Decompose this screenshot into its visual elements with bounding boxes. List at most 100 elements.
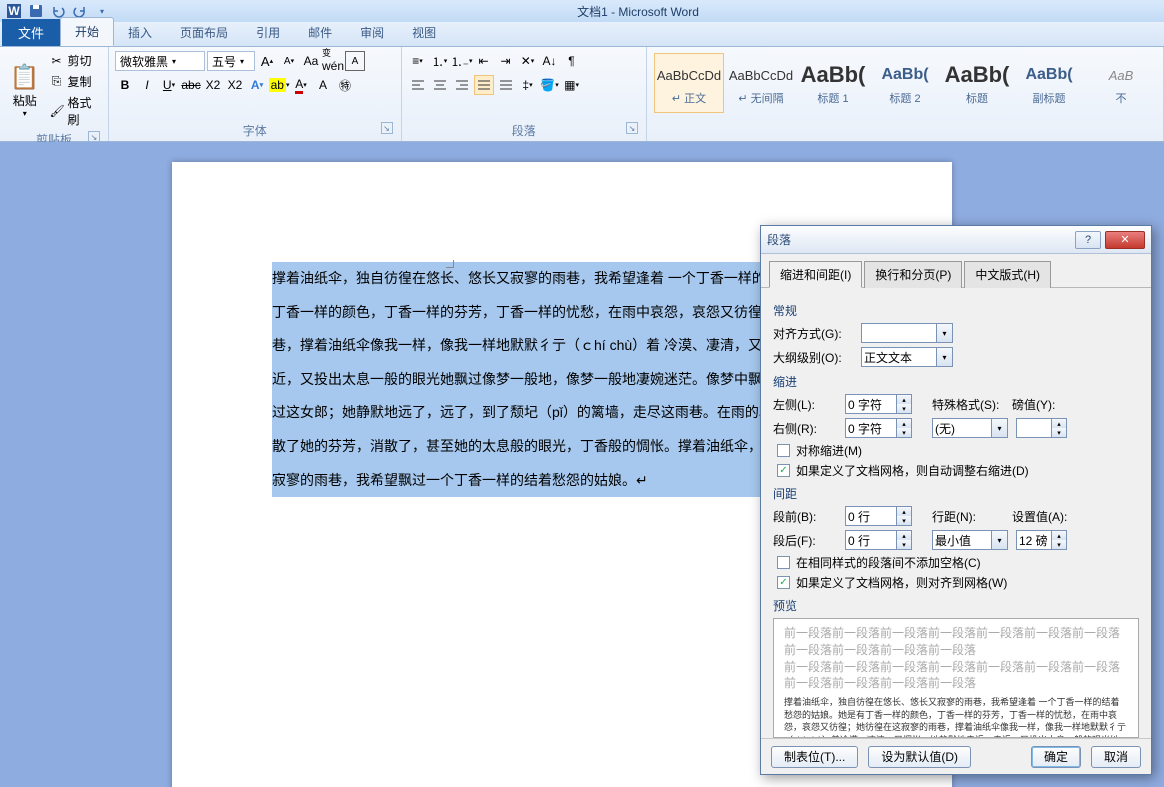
tab-mailings[interactable]: 邮件 (294, 19, 346, 46)
format-painter-button[interactable]: 🖌格式刷 (48, 93, 102, 129)
checkbox-icon[interactable] (777, 444, 790, 457)
subscript-button[interactable]: X2 (203, 75, 223, 95)
sort-button[interactable]: A↓ (540, 51, 560, 71)
save-icon[interactable] (26, 2, 46, 20)
char-border-button[interactable]: A (345, 51, 365, 71)
italic-button[interactable]: I (137, 75, 157, 95)
font-color-button[interactable]: A▾ (291, 75, 311, 95)
up-arrow-icon[interactable]: ▴ (1052, 419, 1066, 428)
align-left-button[interactable] (408, 75, 428, 95)
phonetic-guide-button[interactable]: 变wén (323, 51, 343, 71)
by-spin[interactable]: ▴▾ (1016, 418, 1067, 438)
down-arrow-icon[interactable]: ▾ (897, 428, 911, 437)
tab-indent-spacing[interactable]: 缩进和间距(I) (769, 261, 862, 288)
align-justify-button[interactable] (474, 75, 494, 95)
paragraph-launcher-icon[interactable]: ↘ (626, 122, 638, 134)
cancel-button[interactable]: 取消 (1091, 746, 1141, 768)
after-spin[interactable]: ▴▾ (845, 530, 912, 550)
tab-insert[interactable]: 插入 (114, 19, 166, 46)
bullets-button[interactable]: ≡▾ (408, 51, 428, 71)
paste-button[interactable]: 📋 粘贴 ▾ (6, 51, 44, 129)
char-shading-button[interactable]: A (313, 75, 333, 95)
up-arrow-icon[interactable]: ▴ (897, 507, 911, 516)
align-center-button[interactable] (430, 75, 450, 95)
style-item[interactable]: AaBbCcDd↵ 正文 (654, 53, 724, 113)
up-arrow-icon[interactable]: ▴ (897, 419, 911, 428)
down-arrow-icon[interactable]: ▾ (1052, 540, 1066, 549)
style-item[interactable]: AaBb(标题 (942, 53, 1012, 113)
align-combo[interactable] (861, 323, 937, 343)
increase-indent-button[interactable]: ⇥ (496, 51, 516, 71)
close-button[interactable]: ✕ (1105, 231, 1145, 249)
copy-button[interactable]: ⎘复制 (48, 72, 102, 91)
default-button[interactable]: 设为默认值(D) (868, 746, 971, 768)
font-name-combo[interactable]: 微软雅黑▾ (115, 51, 205, 71)
auto-adjust-check[interactable]: ✓如果定义了文档网格，则自动调整右缩进(D) (777, 462, 1139, 479)
style-item[interactable]: AaBb(标题 2 (870, 53, 940, 113)
up-arrow-icon[interactable]: ▴ (897, 395, 911, 404)
checkbox-icon[interactable] (777, 556, 790, 569)
tab-asian[interactable]: 中文版式(H) (964, 261, 1051, 288)
up-arrow-icon[interactable]: ▴ (1052, 531, 1066, 540)
outline-level-combo[interactable] (861, 347, 937, 367)
shading-button[interactable]: 🪣▾ (540, 75, 560, 95)
highlight-button[interactable]: ab▾ (269, 75, 289, 95)
shrink-font-button[interactable]: A▾ (279, 51, 299, 71)
tabs-button[interactable]: 制表位(T)... (771, 746, 858, 768)
up-arrow-icon[interactable]: ▴ (897, 531, 911, 540)
change-case-button[interactable]: Aa (301, 51, 321, 71)
superscript-button[interactable]: X2 (225, 75, 245, 95)
text-effects-button[interactable]: A▾ (247, 75, 267, 95)
multilevel-button[interactable]: ⒈₋▾ (452, 51, 472, 71)
line-spacing-button[interactable]: ‡▾ (518, 75, 538, 95)
tab-line-breaks[interactable]: 换行和分页(P) (864, 261, 962, 288)
special-combo[interactable] (932, 418, 992, 438)
style-item[interactable]: AaBbCcDd↵ 无间隔 (726, 53, 796, 113)
chevron-down-icon[interactable]: ▾ (992, 530, 1008, 550)
font-launcher-icon[interactable]: ↘ (381, 122, 393, 134)
style-item[interactable]: AaBb(标题 1 (798, 53, 868, 113)
cut-button[interactable]: ✂剪切 (48, 51, 102, 70)
down-arrow-icon[interactable]: ▾ (897, 404, 911, 413)
down-arrow-icon[interactable]: ▾ (897, 516, 911, 525)
tab-file[interactable]: 文件 (2, 19, 60, 46)
word-icon[interactable]: W (4, 2, 24, 20)
enclose-char-button[interactable]: ㊕ (335, 75, 355, 95)
style-item[interactable]: AaBb(副标题 (1014, 53, 1084, 113)
tab-references[interactable]: 引用 (242, 19, 294, 46)
tab-layout[interactable]: 页面布局 (166, 19, 242, 46)
down-arrow-icon[interactable]: ▾ (1052, 428, 1066, 437)
numbering-button[interactable]: ⒈▾ (430, 51, 450, 71)
tab-home[interactable]: 开始 (60, 17, 114, 46)
chevron-down-icon[interactable]: ▾ (937, 347, 953, 367)
no-space-check[interactable]: 在相同样式的段落间不添加空格(C) (777, 554, 1139, 571)
underline-button[interactable]: U▾ (159, 75, 179, 95)
help-button[interactable]: ? (1075, 231, 1101, 249)
font-size-combo[interactable]: 五号▾ (207, 51, 255, 71)
tab-view[interactable]: 视图 (398, 19, 450, 46)
line-spacing-combo[interactable] (932, 530, 992, 550)
strikethrough-button[interactable]: abc (181, 75, 201, 95)
chevron-down-icon[interactable]: ▾ (992, 418, 1008, 438)
chevron-down-icon[interactable]: ▾ (937, 323, 953, 343)
at-spin[interactable]: ▴▾ (1016, 530, 1067, 550)
snap-grid-check[interactable]: ✓如果定义了文档网格，则对齐到网格(W) (777, 574, 1139, 591)
style-item[interactable]: AaB不 (1086, 53, 1156, 113)
dialog-titlebar[interactable]: 段落 ? ✕ (761, 226, 1151, 254)
mirror-indent-check[interactable]: 对称缩进(M) (777, 442, 1139, 459)
align-right-button[interactable] (452, 75, 472, 95)
show-marks-button[interactable]: ¶ (562, 51, 582, 71)
indent-right-spin[interactable]: ▴▾ (845, 418, 912, 438)
before-spin[interactable]: ▴▾ (845, 506, 912, 526)
checkbox-icon[interactable]: ✓ (777, 576, 790, 589)
bold-button[interactable]: B (115, 75, 135, 95)
decrease-indent-button[interactable]: ⇤ (474, 51, 494, 71)
align-distribute-button[interactable] (496, 75, 516, 95)
indent-left-spin[interactable]: ▴▾ (845, 394, 912, 414)
asian-layout-button[interactable]: ✕▾ (518, 51, 538, 71)
tab-review[interactable]: 审阅 (346, 19, 398, 46)
down-arrow-icon[interactable]: ▾ (897, 540, 911, 549)
borders-button[interactable]: ▦▾ (562, 75, 582, 95)
grow-font-button[interactable]: A▴ (257, 51, 277, 71)
ok-button[interactable]: 确定 (1031, 746, 1081, 768)
